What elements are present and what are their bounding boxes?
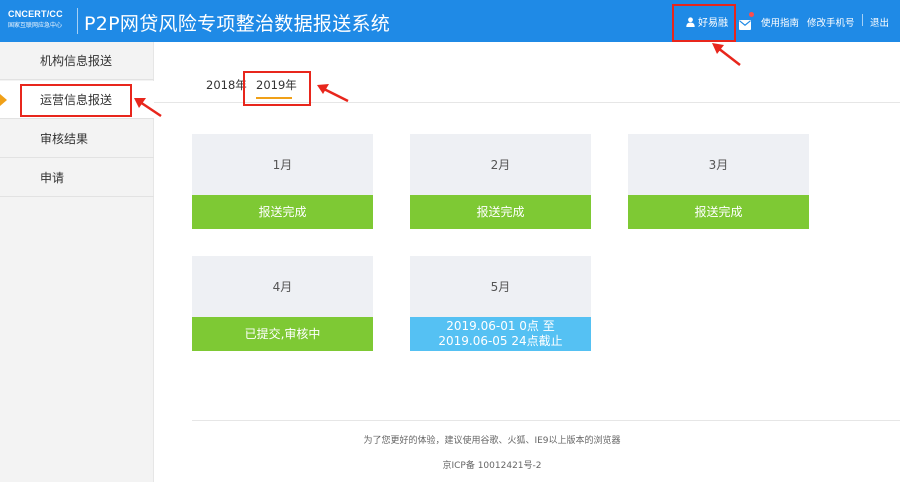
month-card-3[interactable]: 3月 报送完成 [628,134,809,229]
tab-2019[interactable]: 2019年 [256,77,297,93]
user-icon [686,16,695,27]
status-bar: 报送完成 [628,195,809,229]
user-name: 好易融 [698,18,728,29]
month-label: 3月 [708,158,729,172]
logo-sub-text: 国家互联网应急中心 [8,22,63,29]
logo-main-text: CNCERT/CC [8,9,63,19]
top-header: CNCERT/CC 国家互联网应急中心 P2P网贷风险专项整治数据报送系统 好易… [0,0,900,42]
tabs-divider [154,102,900,103]
sidebar-item-apply[interactable]: 申请 [0,159,154,197]
status-bar: 2019.06-01 0点 至 2019.06-05 24点截止 [410,317,591,351]
annotation-arrow-user [712,43,741,66]
icp-number: 京ICP备 10012421号-2 [442,461,542,471]
month-label: 1月 [272,158,293,172]
mail-button[interactable] [739,12,754,30]
sidebar-item-review-results[interactable]: 审核结果 [0,120,154,158]
cncert-logo: CNCERT/CC 国家互联网应急中心 [8,9,74,33]
footer-divider [192,420,900,421]
status-bar: 报送完成 [410,195,591,229]
month-label: 2月 [490,158,511,172]
active-tab-underline [256,97,292,99]
browser-note: 为了您更好的体验，建议使用谷歌、火狐、IE9以上版本的浏览器 [363,436,621,446]
tab-2018[interactable]: 2018年 [206,77,247,93]
mail-icon [739,20,751,30]
guide-link[interactable]: 使用指南 [761,15,799,29]
month-card-1[interactable]: 1月 报送完成 [192,134,373,229]
month-card-5[interactable]: 5月 2019.06-01 0点 至 2019.06-05 24点截止 [410,256,591,351]
user-menu[interactable]: 好易融 [686,14,728,29]
status-bar: 报送完成 [192,195,373,229]
status-bar: 已提交,审核中 [192,317,373,351]
header-divider [862,14,863,26]
active-item-marker [0,94,7,106]
month-label: 5月 [490,280,511,294]
unread-dot [749,12,754,17]
logo-divider [77,8,78,34]
sidebar-item-operation-info[interactable]: 运营信息报送 [0,81,154,119]
change-phone-link[interactable]: 修改手机号 [807,15,855,29]
month-label: 4月 [272,280,293,294]
month-card-4[interactable]: 4月 已提交,审核中 [192,256,373,351]
sidebar: 机构信息报送 运营信息报送 审核结果 申请 [0,42,154,482]
logout-link[interactable]: 退出 [870,15,889,29]
sidebar-item-institution-info[interactable]: 机构信息报送 [0,42,154,80]
month-card-2[interactable]: 2月 报送完成 [410,134,591,229]
system-title: P2P网贷风险专项整治数据报送系统 [84,13,391,35]
